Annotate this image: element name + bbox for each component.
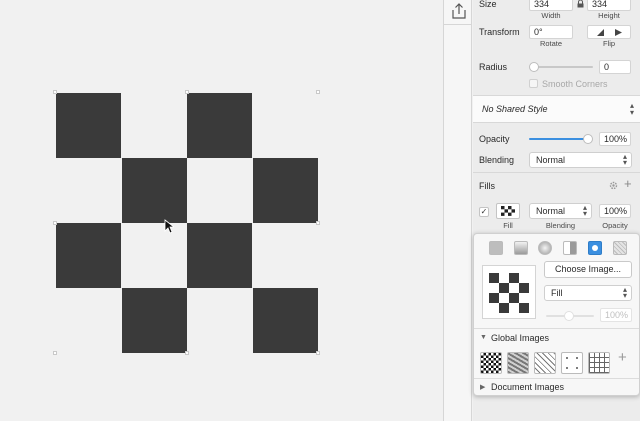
toolbar-separator: [444, 24, 472, 25]
checker-tile: [122, 158, 187, 223]
tile-scale-slider-thumb[interactable]: [564, 311, 574, 321]
linear-gradient-icon[interactable]: [514, 241, 528, 255]
blending-caption: Blending: [545, 221, 576, 230]
fills-title: Fills: [479, 181, 495, 191]
checker-tile: [253, 158, 318, 223]
image-preview[interactable]: [482, 265, 536, 319]
section-separator: [473, 122, 640, 123]
size-label: Size: [479, 0, 497, 9]
section-separator: [473, 172, 640, 173]
opacity-slider-track[interactable]: [529, 138, 589, 140]
flip-caption: Flip: [602, 39, 616, 48]
checker-tile: [187, 93, 252, 158]
resize-handle[interactable]: [185, 351, 189, 355]
blending-select[interactable]: Normal ▴ ▾: [529, 152, 632, 168]
radius-slider-track[interactable]: [533, 66, 593, 68]
checker-preview-icon: [489, 273, 529, 313]
resize-handle[interactable]: [53, 90, 57, 94]
fill-opacity-field[interactable]: 100%: [599, 204, 631, 218]
checker-tile: [187, 223, 252, 288]
opacity-caption: Opacity: [602, 221, 628, 230]
width-caption: Width: [541, 11, 561, 20]
disclosure-open-icon[interactable]: ▼: [480, 334, 487, 341]
flip-control[interactable]: [587, 25, 631, 39]
export-button[interactable]: [449, 2, 469, 20]
global-images-title[interactable]: Global Images: [491, 333, 549, 343]
chevron-updown-icon: ▴ ▾: [622, 152, 627, 167]
lock-icon[interactable]: [577, 0, 584, 8]
fill-options-popover: Choose Image... Fill ▴ ▾ 100% ▼ Global Im…: [473, 233, 640, 396]
fill-blend-value: Normal: [536, 206, 566, 216]
checker-tile: [122, 288, 187, 353]
dots-pattern-icon: [566, 357, 578, 369]
resize-handle[interactable]: [53, 351, 57, 355]
height-caption: Height: [598, 11, 620, 20]
smooth-corners-checkbox[interactable]: [529, 79, 538, 88]
section-separator: [474, 328, 639, 329]
global-image-diagonal[interactable]: [534, 352, 556, 374]
chevron-updown-icon: ▴ ▾: [582, 203, 587, 218]
blending-value: Normal: [536, 155, 566, 165]
global-image-grid[interactable]: [588, 352, 610, 374]
resize-handle[interactable]: [316, 351, 320, 355]
fill-caption: Fill: [503, 221, 513, 230]
fill-swatch[interactable]: [496, 203, 520, 219]
checker-tile: [56, 93, 121, 158]
gear-icon[interactable]: [608, 180, 619, 191]
transform-label: Transform: [479, 27, 520, 37]
fill-mode-select[interactable]: Fill ▴ ▾: [544, 285, 632, 301]
rotate-field[interactable]: 0°: [529, 25, 573, 39]
blending-label: Blending: [479, 155, 515, 165]
flip-horizontal-icon[interactable]: [596, 29, 606, 36]
add-fill-icon[interactable]: +: [624, 176, 632, 191]
add-image-icon[interactable]: +: [618, 349, 627, 366]
sun-pattern-icon: [592, 245, 598, 251]
flip-vertical-icon[interactable]: [614, 29, 624, 36]
radius-label: Radius: [479, 62, 508, 72]
tool-strip: [444, 0, 472, 421]
resize-handle[interactable]: [53, 221, 57, 225]
document-images-title[interactable]: Document Images: [491, 382, 564, 392]
section-separator: [474, 378, 639, 379]
fill-enabled-checkbox[interactable]: ✓: [479, 207, 489, 217]
global-image-waves[interactable]: [507, 352, 529, 374]
chevron-updown-icon: ▴ ▾: [622, 285, 627, 300]
opacity-field[interactable]: 100%: [599, 132, 631, 146]
width-field[interactable]: 334: [529, 0, 573, 11]
opacity-label: Opacity: [479, 134, 510, 144]
global-image-dots[interactable]: [561, 352, 583, 374]
resize-handle[interactable]: [316, 221, 320, 225]
mouse-cursor-icon: [164, 219, 174, 234]
checker-tile: [253, 288, 318, 353]
shared-style-value: No Shared Style: [482, 104, 548, 114]
canvas[interactable]: [0, 0, 443, 421]
fill-blend-select[interactable]: Normal ▴ ▾: [529, 203, 592, 219]
solid-fill-icon[interactable]: [489, 241, 503, 255]
global-image-checker[interactable]: [480, 352, 502, 374]
rotate-caption: Rotate: [539, 39, 563, 48]
opacity-slider-thumb[interactable]: [583, 134, 593, 144]
tile-scale-field[interactable]: 100%: [600, 308, 632, 322]
resize-handle[interactable]: [185, 90, 189, 94]
choose-image-button[interactable]: Choose Image...: [544, 261, 632, 278]
chevron-updown-icon: ▴ ▾: [629, 101, 634, 117]
angular-gradient-icon[interactable]: [563, 241, 577, 255]
smooth-corners-label: Smooth Corners: [542, 79, 608, 89]
checker-pattern-icon: [501, 206, 515, 216]
checker-tile: [56, 223, 121, 288]
height-field[interactable]: 334: [587, 0, 631, 11]
radial-gradient-icon[interactable]: [538, 241, 552, 255]
radius-field[interactable]: 0: [599, 60, 631, 74]
fill-mode-value: Fill: [551, 288, 563, 298]
resize-handle[interactable]: [316, 90, 320, 94]
radius-slider-thumb[interactable]: [529, 62, 539, 72]
share-icon: [452, 3, 466, 19]
shared-style-dropdown[interactable]: No Shared Style ▴ ▾: [473, 96, 640, 122]
pattern-fill-icon[interactable]: [588, 241, 602, 255]
disclosure-closed-icon[interactable]: ▶: [480, 383, 485, 391]
noise-fill-icon[interactable]: [613, 241, 627, 255]
